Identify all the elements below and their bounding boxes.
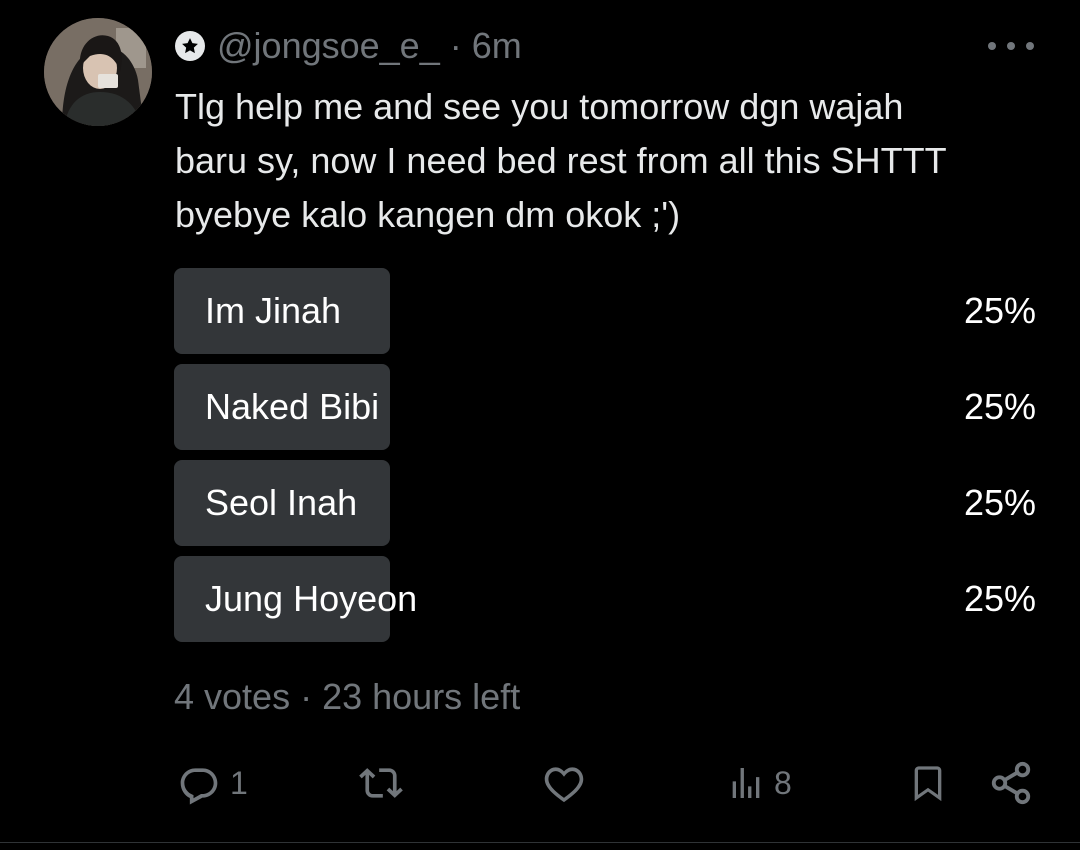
tweet-header: @jongsoe_e_ · 6m <box>175 22 522 70</box>
poll: Im Jinah 25% Naked Bibi 25% Seol Inah 25… <box>174 268 1036 652</box>
views-count: 8 <box>774 764 792 801</box>
poll-time-left: 23 hours left <box>322 676 521 717</box>
poll-option-label: Im Jinah <box>205 290 342 331</box>
reply-count: 1 <box>230 764 248 801</box>
tweet-text-line: Tlg help me and see you tomorrow dgn waj… <box>175 86 904 127</box>
poll-option[interactable]: Im Jinah 25% <box>174 268 1036 354</box>
poll-option-label: Jung Hoyeon <box>205 578 418 619</box>
repost-icon <box>359 768 403 798</box>
bookmark-icon <box>914 766 942 802</box>
poll-option-label: Naked Bibi <box>205 386 380 427</box>
user-handle[interactable]: @jongsoe_e_ <box>217 25 440 67</box>
heart-icon <box>544 767 584 803</box>
tweet-text-line: byebye kalo kangen dm okok ;') <box>175 194 681 235</box>
reply-icon <box>180 768 218 805</box>
tweet-timestamp[interactable]: 6m <box>472 25 522 67</box>
avatar-photo <box>44 18 152 126</box>
star-icon <box>175 31 205 61</box>
poll-option-percent: 25% <box>963 482 1036 523</box>
repost-button[interactable] <box>356 758 406 808</box>
poll-meta: 4 votes · 23 hours left <box>174 672 520 722</box>
bookmark-button[interactable] <box>908 758 948 808</box>
poll-option-percent: 25% <box>963 290 1036 331</box>
poll-option-percent: 25% <box>963 578 1036 619</box>
more-options-icon[interactable] <box>988 36 1034 56</box>
header-separator: · <box>449 25 462 66</box>
poll-option[interactable]: Jung Hoyeon 25% <box>174 556 1036 642</box>
tweet-text: Tlg help me and see you tomorrow dgn waj… <box>175 80 1055 242</box>
poll-meta-separator: · <box>300 676 313 717</box>
tweet-actions: 1 8 <box>0 758 1080 808</box>
views-button[interactable]: 8 <box>726 758 792 808</box>
poll-option[interactable]: Naked Bibi 25% <box>174 364 1036 450</box>
reply-button[interactable]: 1 <box>176 758 248 808</box>
poll-option-percent: 25% <box>963 386 1036 427</box>
like-button[interactable] <box>542 758 586 808</box>
share-button[interactable] <box>988 758 1034 808</box>
views-icon <box>732 768 760 798</box>
poll-option-label: Seol Inah <box>205 482 358 523</box>
poll-vote-count: 4 votes <box>174 676 291 717</box>
divider <box>0 842 1080 843</box>
tweet-text-line: baru sy, now I need bed rest from all th… <box>175 140 947 181</box>
poll-option[interactable]: Seol Inah 25% <box>174 460 1036 546</box>
avatar[interactable] <box>44 18 152 126</box>
share-icon <box>991 761 1031 805</box>
